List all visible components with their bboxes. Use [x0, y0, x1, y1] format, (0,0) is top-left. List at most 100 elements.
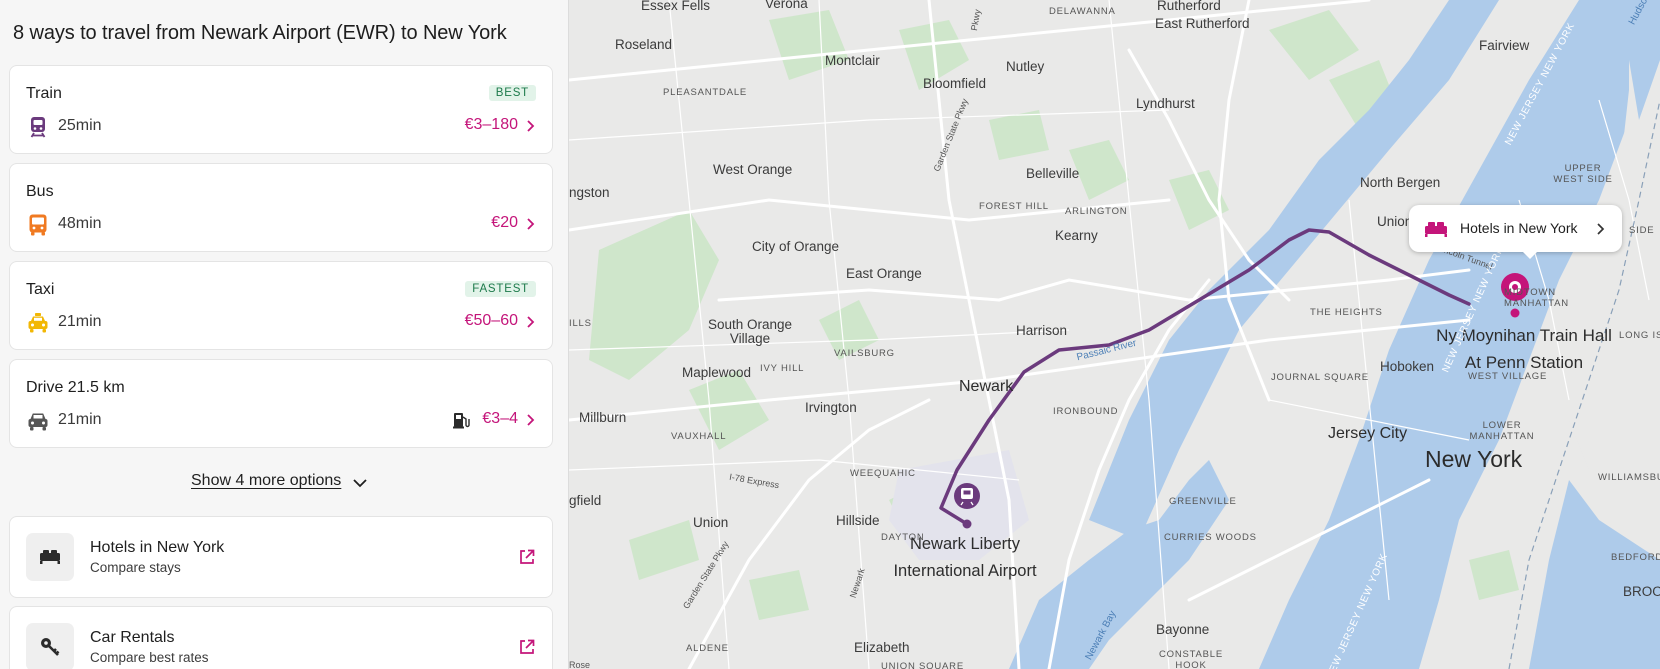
chevron-right-icon — [527, 120, 535, 132]
map-label: North Bergen — [1360, 175, 1441, 190]
link-subtitle: Compare stays — [90, 560, 181, 575]
external-link-icon — [520, 549, 535, 564]
map-label: THE HEIGHTS — [1310, 307, 1383, 318]
map-label: Newark — [959, 378, 1014, 395]
option-price: €3–180 — [464, 116, 518, 133]
map-label: BEDFORD- — [1611, 552, 1660, 563]
map-label: IVY HILL — [760, 363, 805, 374]
map-label: Montclair — [825, 53, 880, 68]
map-label: New York — [1425, 446, 1523, 472]
end-dot — [1510, 308, 1520, 318]
map-label: BROO — [1623, 584, 1660, 599]
map-label: Essex Fells — [641, 0, 711, 13]
map-label: CONSTABLE HOOK — [1158, 649, 1224, 669]
map-label: CURRIES WOODS — [1164, 532, 1257, 543]
results-panel: 8 ways to travel from Newark Airport (EW… — [0, 0, 569, 669]
taxi-icon — [28, 313, 48, 333]
route-map[interactable]: Essex Fells Verona DELAWANNA Rutherford … — [569, 0, 1660, 669]
link-title: Hotels in New York — [90, 539, 225, 556]
hotels-link-card[interactable]: Hotels in New York Compare stays — [9, 516, 553, 598]
map-label: ILLS — [569, 318, 592, 329]
map-label: VAILSBURG — [834, 348, 895, 359]
map-label: South Orange Village — [707, 317, 793, 346]
chevron-right-icon — [1597, 223, 1605, 235]
map-label: Jersey City — [1328, 425, 1408, 442]
map-label: VAUXHALL — [671, 431, 727, 442]
fastest-badge: FASTEST — [465, 281, 536, 297]
bus-icon — [29, 214, 47, 236]
map-label: Elizabeth — [854, 640, 910, 655]
map-label: Maplewood — [682, 365, 752, 380]
option-duration: 25min — [58, 117, 102, 134]
car-icon — [28, 413, 48, 431]
map-label: ARLINGTON — [1065, 206, 1128, 217]
map-label: LOWER MANHATTAN — [1469, 420, 1535, 442]
map-label: PLEASANTDALE — [663, 87, 748, 98]
option-mode: Taxi — [26, 281, 55, 298]
map-label: IRONBOUND — [1053, 406, 1119, 417]
map-label: Nutley — [1006, 59, 1045, 74]
map-label: JOURNAL SQUARE — [1271, 372, 1369, 383]
map-label: gfield — [569, 493, 602, 508]
map-label: Rose — [569, 660, 591, 669]
map-label: Millburn — [579, 410, 627, 425]
map-label: Irvington — [805, 400, 857, 415]
map-label: City of Orange — [752, 239, 840, 254]
map-label: East Orange — [846, 266, 922, 281]
map-label: Fairview — [1479, 38, 1530, 53]
best-badge: BEST — [488, 85, 536, 101]
map-label: Newark Liberty International Airport — [893, 535, 1037, 580]
option-mode: Train — [26, 85, 62, 102]
option-duration: 48min — [58, 215, 102, 232]
map-label: ALDENE — [686, 643, 729, 654]
popup-label: Hotels in New York — [1460, 220, 1578, 236]
map-label: West Orange — [713, 162, 793, 177]
chevron-down-icon[interactable] — [352, 476, 368, 490]
option-price: €50–60 — [464, 312, 518, 329]
show-more-options-link[interactable]: Show 4 more options — [191, 472, 341, 490]
map-label: UPPER WEST SIDE — [1553, 163, 1613, 185]
option-card-train[interactable]: Train BEST 25min €3–180 — [9, 65, 553, 154]
map-label: Lyndhurst — [1136, 96, 1195, 111]
map-label: WEEQUAHIC — [850, 468, 916, 479]
external-link-icon — [520, 639, 535, 654]
map-label: MIDTOWN MANHATTAN — [1504, 287, 1569, 309]
key-icon-box — [26, 623, 74, 669]
fuel-icon — [453, 413, 470, 429]
option-card-drive[interactable]: Drive 21.5 km 21min €3–4 — [9, 359, 553, 448]
hotels-map-popup[interactable]: Hotels in New York — [1409, 205, 1622, 259]
map-label: ngston — [569, 185, 610, 200]
map-label: Bloomfield — [923, 76, 987, 91]
map-label: Hillside — [836, 513, 880, 528]
car-rentals-link-card[interactable]: Car Rentals Compare best rates — [9, 606, 553, 669]
start-dot — [962, 519, 972, 529]
chevron-right-icon — [527, 316, 535, 328]
map-label: East Rutherford — [1155, 16, 1250, 31]
map-label: FOREST HILL — [979, 201, 1049, 212]
page-title: 8 ways to travel from Newark Airport (EW… — [13, 22, 507, 44]
map-label: Bayonne — [1156, 622, 1210, 637]
map-label: UNION SQUARE — [881, 661, 964, 669]
link-subtitle: Compare best rates — [90, 650, 209, 665]
option-duration: 21min — [58, 411, 102, 428]
map-label: Belleville — [1026, 166, 1080, 181]
option-price: €20 — [491, 214, 518, 231]
bed-icon — [40, 550, 60, 564]
map-label: Hoboken — [1380, 359, 1435, 374]
map-label: LONG ISL — [1619, 330, 1660, 341]
chevron-right-icon — [527, 218, 535, 230]
map-label: Verona — [765, 0, 808, 11]
map-label: Roseland — [615, 37, 673, 52]
option-mode: Bus — [26, 183, 54, 200]
option-card-taxi[interactable]: Taxi FASTEST 21min €50–60 — [9, 261, 553, 350]
option-mode: Drive 21.5 km — [26, 379, 125, 396]
map-label: Rutherford — [1157, 0, 1221, 13]
option-price: €3–4 — [482, 410, 518, 427]
link-title: Car Rentals — [90, 629, 175, 646]
map-label: WILLIAMSBURG — [1598, 472, 1660, 483]
map-label: SIDE — [1629, 225, 1655, 236]
option-card-bus[interactable]: Bus 48min €20 — [9, 163, 553, 252]
map-label: Union — [693, 515, 729, 530]
bed-icon — [1425, 222, 1447, 237]
map-label: GREENVILLE — [1169, 496, 1237, 507]
